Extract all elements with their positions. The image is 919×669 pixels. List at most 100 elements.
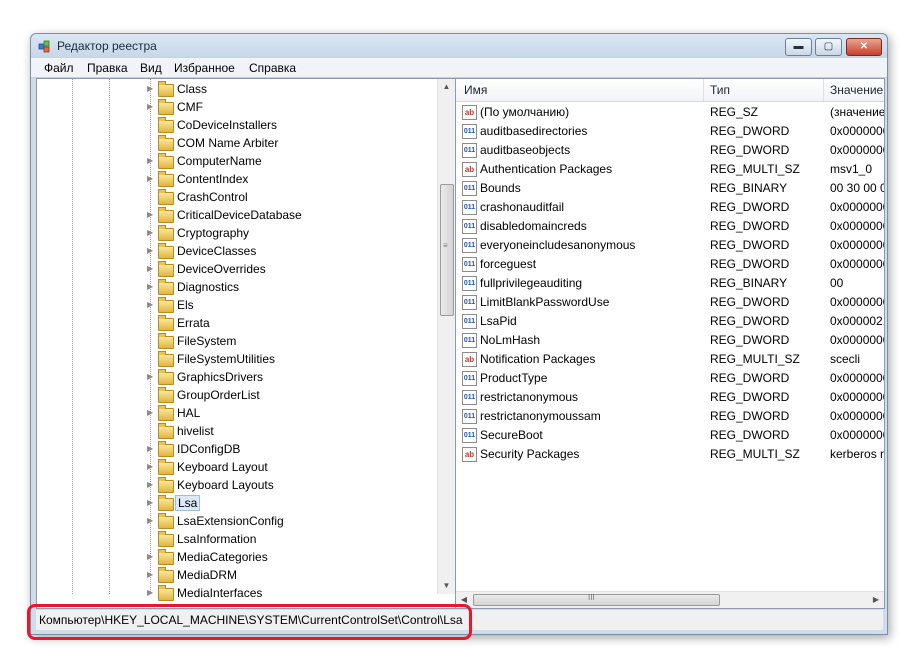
list-item[interactable]: ab (По умолчанию) REG_SZ (значение xyxy=(456,103,884,122)
list-horizontal-scrollbar[interactable]: ◀ III ▶ xyxy=(456,591,884,608)
tree-item[interactable]: COM Name Arbiter xyxy=(37,135,437,153)
list-item[interactable]: 011 disabledomaincreds REG_DWORD 0x0000000 xyxy=(456,217,884,236)
expand-arrow-icon[interactable]: ▶ xyxy=(147,101,155,113)
tree-item[interactable]: ▶ MediaCategories xyxy=(37,549,437,567)
expand-arrow-icon[interactable]: ▶ xyxy=(147,155,155,167)
list-item[interactable]: 011 restrictanonymoussam REG_DWORD 0x000000… xyxy=(456,407,884,426)
list-item[interactable]: ab Notification Packages REG_MULTI_SZ scecl… xyxy=(456,350,884,369)
list-item[interactable]: 011 auditbaseobjects REG_DWORD 0x0000000 xyxy=(456,141,884,160)
tree-item[interactable]: ▶ Els xyxy=(37,297,437,315)
column-separator[interactable] xyxy=(703,79,704,101)
column-header-type[interactable]: Тип xyxy=(710,83,730,97)
expand-arrow-icon[interactable]: ▶ xyxy=(147,245,155,257)
scroll-up-arrow-icon[interactable]: ▲ xyxy=(438,79,455,95)
list-item[interactable]: 011 forceguest REG_DWORD 0x0000000 xyxy=(456,255,884,274)
tree-item[interactable]: ▶ DeviceClasses xyxy=(37,243,437,261)
expand-arrow-icon[interactable]: ▶ xyxy=(147,209,155,221)
menu-favorites[interactable]: Избранное xyxy=(174,61,235,75)
list-item[interactable]: 011 everyoneincludesanonymous REG_DWORD 0x0… xyxy=(456,236,884,255)
title-bar[interactable]: Редактор реестра ▬ ▢ ✕ xyxy=(31,34,887,58)
tree-item[interactable]: FileSystem xyxy=(37,333,437,351)
tree-item[interactable]: ▶ Keyboard Layouts xyxy=(37,477,437,495)
expand-arrow-icon[interactable]: ▶ xyxy=(147,551,155,563)
value-name: everyoneincludesanonymous xyxy=(480,238,636,252)
tree-item[interactable]: CrashControl xyxy=(37,189,437,207)
tree-item[interactable]: ▶ ComputerName xyxy=(37,153,437,171)
list-item[interactable]: 011 LsaPid REG_DWORD 0x0000021 xyxy=(456,312,884,331)
value-type: REG_DWORD xyxy=(710,333,790,347)
tree-item[interactable]: GroupOrderList xyxy=(37,387,437,405)
tree-item[interactable]: ▶ GraphicsDrivers xyxy=(37,369,437,387)
minimize-button[interactable]: ▬ xyxy=(785,38,812,56)
expand-arrow-icon[interactable]: ▶ xyxy=(147,371,155,383)
folder-icon xyxy=(158,225,174,241)
value-name: Security Packages xyxy=(480,447,580,461)
tree-item[interactable]: LsaInformation xyxy=(37,531,437,549)
scroll-right-arrow-icon[interactable]: ▶ xyxy=(868,592,884,608)
tree-item[interactable]: ▶ DeviceOverrides xyxy=(37,261,437,279)
tree-item[interactable]: Errata xyxy=(37,315,437,333)
tree-item[interactable]: FileSystemUtilities xyxy=(37,351,437,369)
list-item[interactable]: ab Security Packages REG_MULTI_SZ kerberos … xyxy=(456,445,885,464)
expand-arrow-icon[interactable]: ▶ xyxy=(147,461,155,473)
tree-item[interactable]: CoDeviceInstallers xyxy=(37,117,437,135)
tree-item-label: Keyboard Layout xyxy=(177,460,268,474)
expand-arrow-icon[interactable]: ▶ xyxy=(147,587,155,599)
expand-arrow-icon[interactable]: ▶ xyxy=(147,173,155,185)
list-item[interactable]: 011 LimitBlankPasswordUse REG_DWORD 0x00000… xyxy=(456,293,884,312)
column-header-name[interactable]: Имя xyxy=(464,83,487,97)
key-tree-pane[interactable]: ▶ Class ▶ CMF CoDeviceInstallers COM Name Arb… xyxy=(36,78,456,609)
list-item[interactable]: ab Authentication Packages REG_MULTI_SZ msv… xyxy=(456,160,884,179)
list-item[interactable]: 011 SecureBoot REG_DWORD 0x0000000 xyxy=(456,426,884,445)
expand-arrow-icon[interactable]: ▶ xyxy=(147,569,155,581)
menu-view[interactable]: Вид xyxy=(140,61,162,75)
tree-item[interactable]: hivelist xyxy=(37,423,437,441)
list-item[interactable]: 011 NoLmHash REG_DWORD 0x0000000 xyxy=(456,331,884,350)
expand-arrow-icon[interactable]: ▶ xyxy=(147,515,155,527)
expand-arrow-icon[interactable]: ▶ xyxy=(147,281,155,293)
folder-icon xyxy=(158,387,174,403)
tree-item[interactable]: ▶ CMF xyxy=(37,99,437,117)
menu-file[interactable]: Файл xyxy=(44,61,74,75)
tree-item[interactable]: ▶ Class xyxy=(37,81,437,99)
tree-item[interactable]: ▶ HAL xyxy=(37,405,437,423)
column-separator[interactable] xyxy=(823,79,824,101)
tree-item[interactable]: ▶ IDConfigDB xyxy=(37,441,437,459)
menu-help[interactable]: Справка xyxy=(249,61,296,75)
tree-item[interactable]: ▶ Cryptography xyxy=(37,225,437,243)
tree-item[interactable]: ▶ MediaInterfaces xyxy=(37,585,437,603)
scroll-down-arrow-icon[interactable]: ▼ xyxy=(438,578,455,594)
list-item[interactable]: 011 restrictanonymous REG_DWORD 0x0000000 xyxy=(456,388,884,407)
values-list-pane[interactable]: Имя Тип Значение ab (По умолчанию) REG_SZ(… xyxy=(455,78,885,609)
expand-arrow-icon[interactable]: ▶ xyxy=(147,227,155,239)
close-button[interactable]: ✕ xyxy=(846,38,882,56)
value-data: kerberos r xyxy=(830,447,885,461)
tree-item[interactable]: ▶ Keyboard Layout xyxy=(37,459,437,477)
tree-item[interactable]: ▶ ContentIndex xyxy=(37,171,437,189)
column-header-value[interactable]: Значение xyxy=(830,83,883,97)
expand-arrow-icon[interactable]: ▶ xyxy=(147,443,155,455)
list-item[interactable]: 011 ProductType REG_DWORD 0x0000000 xyxy=(456,369,884,388)
menu-edit[interactable]: Правка xyxy=(87,61,128,75)
maximize-button[interactable]: ▢ xyxy=(815,38,842,56)
list-item[interactable]: 011Bounds REG_BINARY 00 30 00 00 xyxy=(456,179,884,198)
tree-item[interactable]: ▶ Diagnostics xyxy=(37,279,437,297)
scroll-thumb[interactable]: III xyxy=(473,593,720,606)
tree-item[interactable]: ▶ CriticalDeviceDatabase xyxy=(37,207,437,225)
tree-item[interactable]: ▶ Lsa xyxy=(37,495,437,513)
list-item[interactable]: 011 crashonauditfail REG_DWORD 0x0000000 xyxy=(456,198,884,217)
expand-arrow-icon[interactable]: ▶ xyxy=(147,263,155,275)
expand-arrow-icon[interactable]: ▶ xyxy=(147,407,155,419)
expand-arrow-icon[interactable]: ▶ xyxy=(147,299,155,311)
tree-item[interactable]: ▶ LsaExtensionConfig xyxy=(37,513,437,531)
tree-vertical-scrollbar[interactable]: ▲ ≡ ▼ xyxy=(437,79,455,594)
expand-arrow-icon[interactable]: ▶ xyxy=(147,479,155,491)
tree-item[interactable]: ▶ MediaDRM xyxy=(37,567,437,585)
list-item[interactable]: 011 fullprivilegeauditing REG_BINARY 00 xyxy=(456,274,884,293)
list-item[interactable]: 011 auditbasedirectories REG_DWORD 0x000000… xyxy=(456,122,884,141)
scroll-thumb[interactable]: ≡ xyxy=(440,184,454,316)
binary-value-icon: 011 xyxy=(462,219,477,234)
expand-arrow-icon[interactable]: ▶ xyxy=(147,83,155,95)
tree-item-label: GraphicsDrivers xyxy=(177,370,264,384)
expand-arrow-icon[interactable]: ▶ xyxy=(147,497,155,509)
